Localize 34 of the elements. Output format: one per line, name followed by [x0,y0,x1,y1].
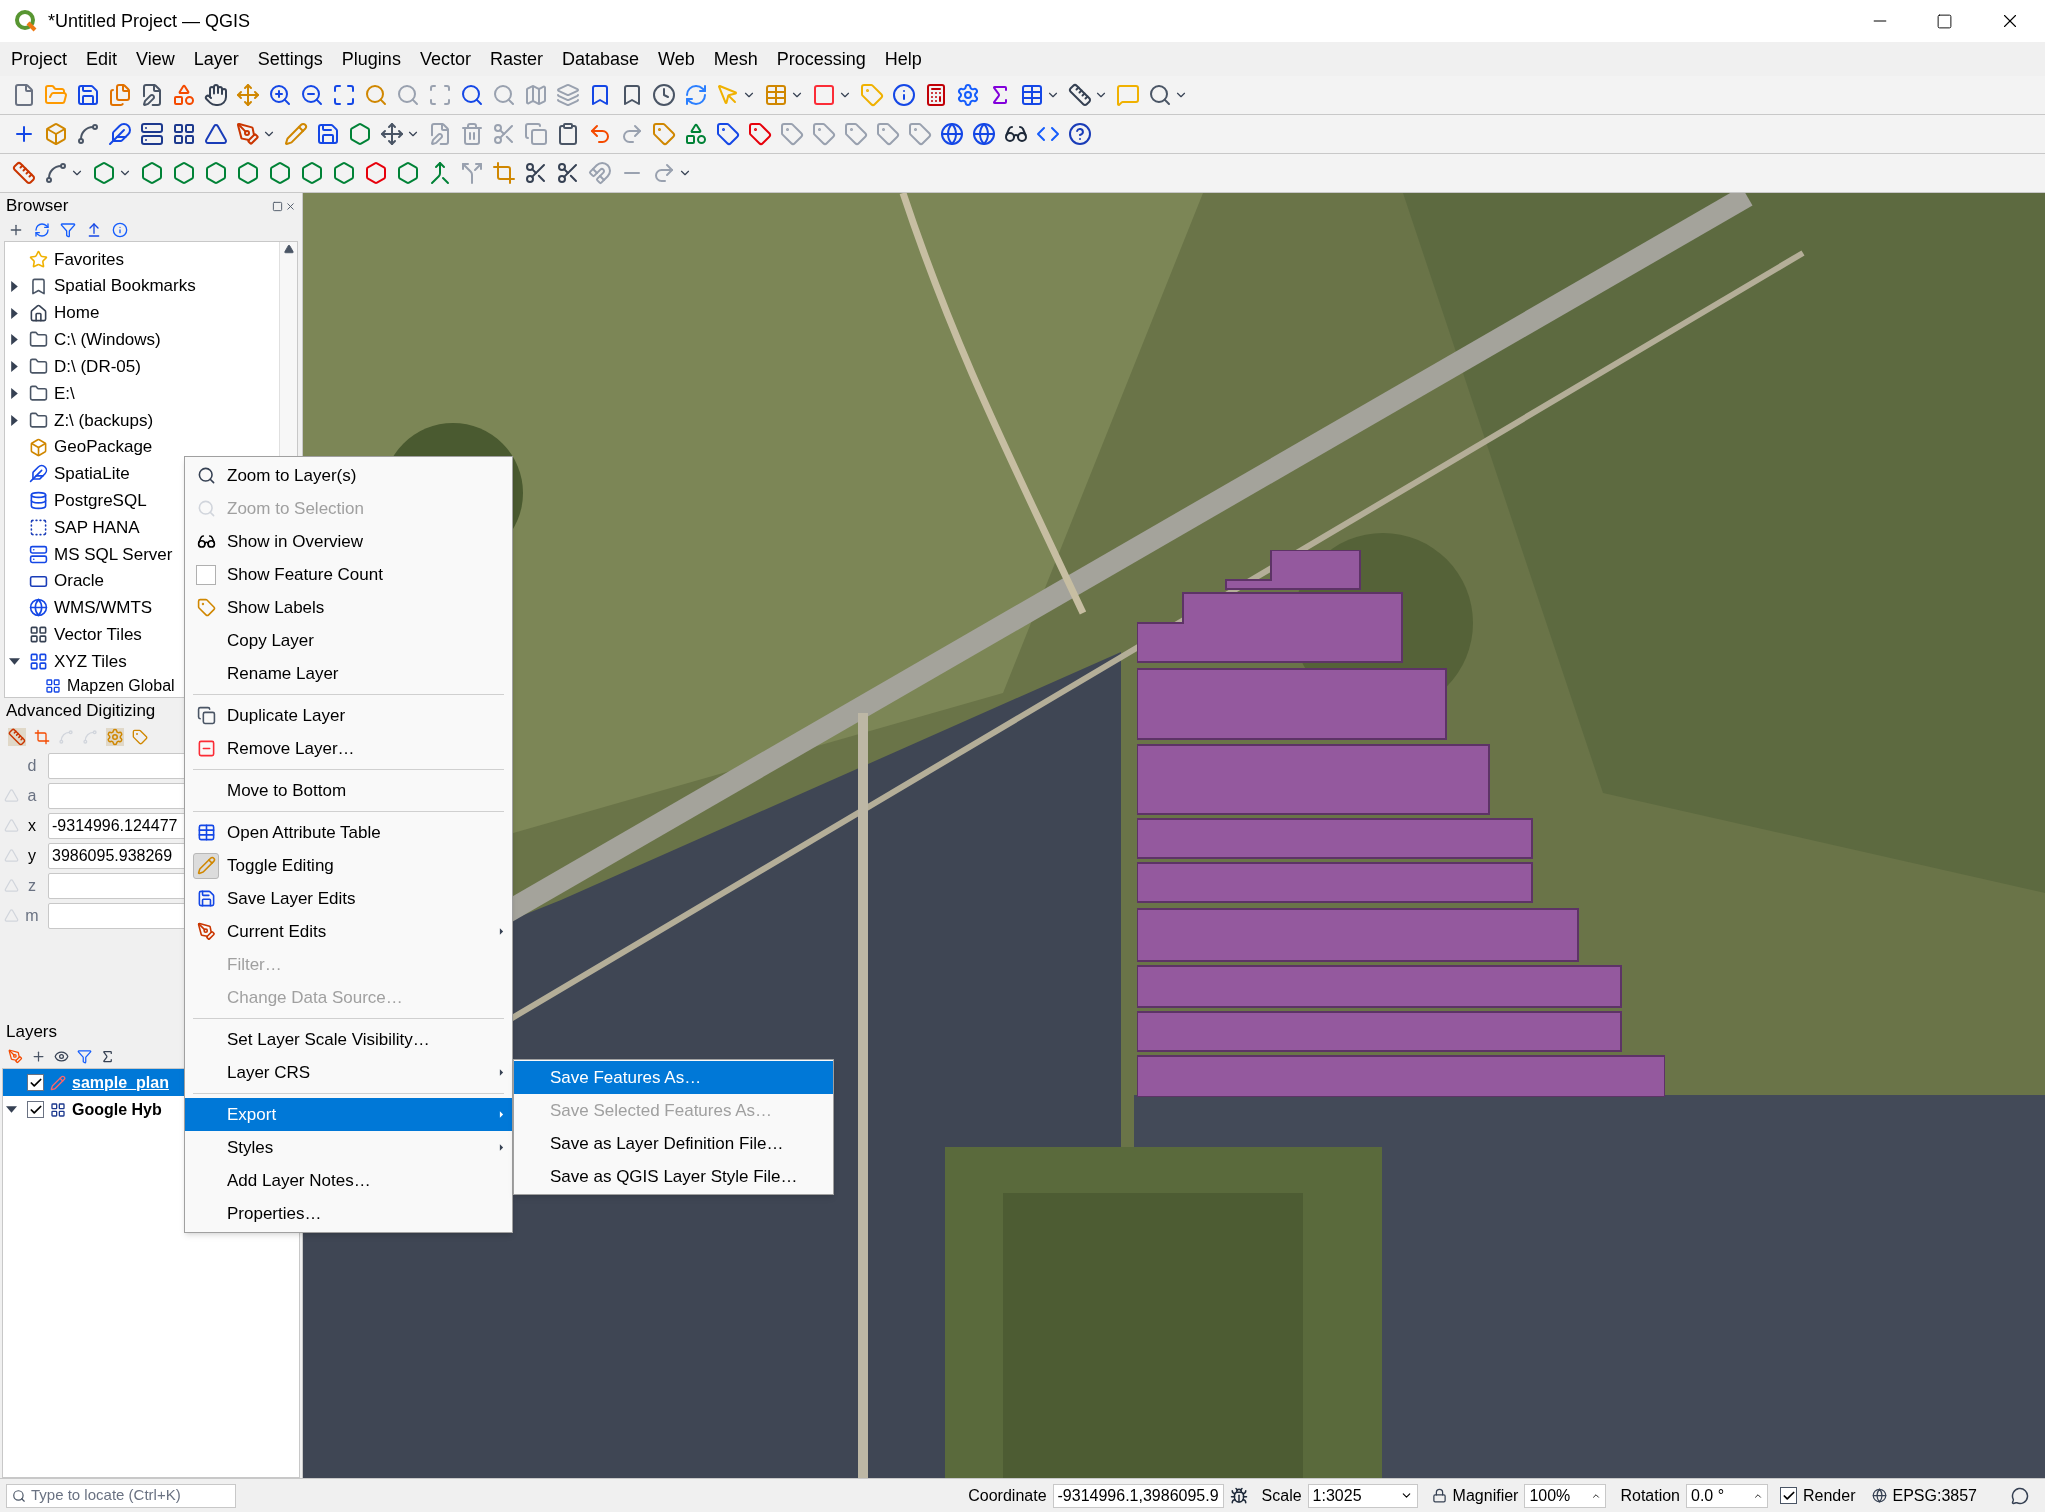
field-label: x [27,815,37,836]
panel-title: Layers [6,1021,58,1044]
menu-label: Remove Layer… [227,737,355,760]
menu-label: Properties… [227,1202,322,1225]
menu-label: Save Layer Edits [227,887,356,910]
window-title: *Untitled Project — QGIS [48,9,251,33]
panel-title: Advanced Digitizing [6,700,156,723]
scale-label: Scale [1261,1485,1302,1506]
menu-label: Set Layer Scale Visibility… [227,1028,430,1051]
menu-label: Show Labels [227,596,325,619]
menu-label: Styles [227,1136,274,1159]
menu-label: Move to Bottom [227,779,347,802]
rotation-label: Rotation [1620,1485,1680,1506]
field-label: d [26,755,38,776]
field-label: z [27,875,37,896]
menu-label: Show in Overview [227,530,364,553]
menu-label: Filter… [227,953,282,976]
menu-label: Show Feature Count [227,563,383,586]
field-label: a [26,785,38,806]
field-label: m [24,905,40,926]
menu-label: Add Layer Notes… [227,1169,371,1192]
menu-label: Rename Layer [227,662,339,685]
field-label: y [27,845,37,866]
render-label: Render [1803,1485,1856,1506]
panel-title: Browser [6,195,69,218]
menu-label: Export [227,1103,277,1126]
menu-label: Copy Layer [227,629,314,652]
menu-label: Change Data Source… [227,986,403,1009]
menu-label: Current Edits [227,920,327,943]
menu-label: Zoom to Layer(s) [227,464,357,487]
menu-label: Duplicate Layer [227,704,346,727]
magnifier-label: Magnifier [1452,1485,1519,1506]
menu-label: Zoom to Selection [227,497,364,520]
coordinate-label: Coordinate [968,1485,1047,1506]
